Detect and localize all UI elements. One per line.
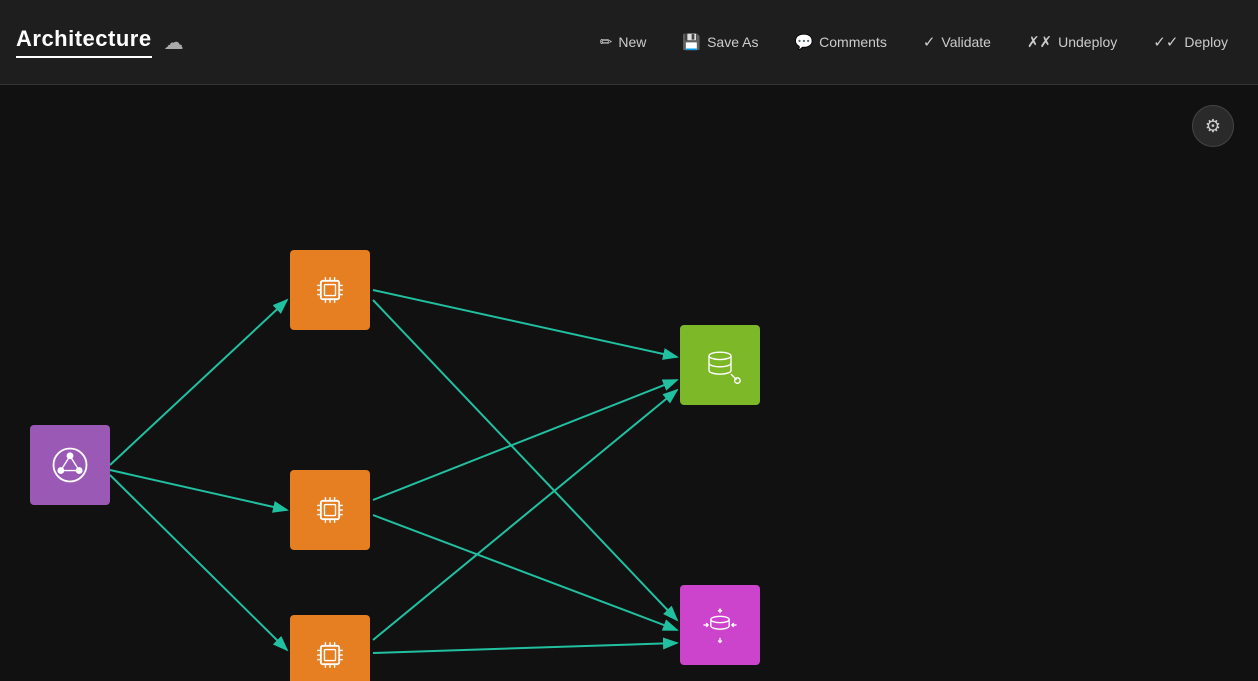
deploy-button[interactable]: ✓✓ Deploy: [1139, 27, 1242, 57]
topbar: Architecture ☁ ✏ New 💾 Save As 💬 Comment…: [0, 0, 1258, 85]
validate-button[interactable]: ✓ Validate: [909, 27, 1005, 57]
chip-icon-1: [308, 268, 352, 312]
processor-node-3[interactable]: [290, 615, 370, 681]
check-icon: ✓: [923, 33, 936, 51]
share-icon: [48, 443, 92, 487]
page-title: Architecture: [16, 26, 152, 52]
chip-icon-3: [308, 633, 352, 677]
deploy-label: Deploy: [1184, 34, 1228, 50]
chip-icon-2: [308, 488, 352, 532]
undeploy-label: Undeploy: [1058, 34, 1117, 50]
database-distributed-icon: [698, 603, 742, 647]
saveas-button[interactable]: 💾 Save As: [668, 27, 772, 57]
database-icon-1: [698, 343, 742, 387]
gear-icon: ⚙: [1205, 116, 1221, 137]
database-node-2[interactable]: [680, 585, 760, 665]
save-icon: 💾: [682, 33, 701, 51]
settings-button[interactable]: ⚙: [1192, 105, 1234, 147]
title-area: Architecture: [16, 26, 152, 58]
deploy-icon: ✓✓: [1153, 33, 1178, 51]
database-node-1[interactable]: [680, 325, 760, 405]
processor-node-2[interactable]: [290, 470, 370, 550]
cloud-icon[interactable]: ☁: [164, 30, 184, 55]
connections-svg: [0, 85, 1258, 681]
comments-label: Comments: [819, 34, 887, 50]
new-button[interactable]: ✏ New: [586, 27, 661, 57]
canvas: ⚙: [0, 85, 1258, 681]
title-underline: [16, 56, 152, 58]
undeploy-button[interactable]: ✗✗ Undeploy: [1013, 27, 1131, 57]
toolbar: ✏ New 💾 Save As 💬 Comments ✓ Validate ✗✗…: [586, 27, 1242, 57]
pencil-icon: ✏: [600, 33, 613, 51]
processor-node-1[interactable]: [290, 250, 370, 330]
comments-button[interactable]: 💬 Comments: [780, 27, 900, 57]
source-node[interactable]: [30, 425, 110, 505]
comment-icon: 💬: [794, 33, 813, 51]
new-label: New: [618, 34, 646, 50]
undeploy-icon: ✗✗: [1027, 33, 1052, 51]
validate-label: Validate: [941, 34, 991, 50]
saveas-label: Save As: [707, 34, 758, 50]
